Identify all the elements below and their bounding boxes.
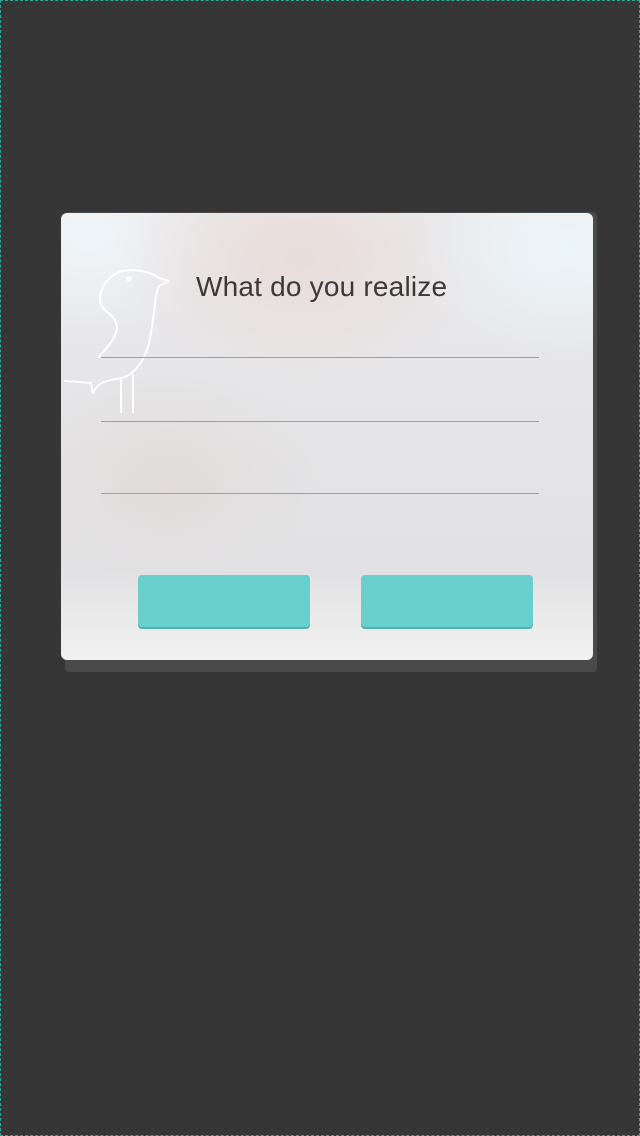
answer-field-1[interactable] bbox=[101, 327, 539, 358]
left-action-button[interactable] bbox=[138, 575, 310, 627]
dialog-title: What do you realize bbox=[196, 271, 448, 302]
answer-field-2[interactable] bbox=[101, 391, 539, 422]
realize-dialog: What do you realize bbox=[61, 213, 593, 660]
answer-field-3[interactable] bbox=[101, 463, 539, 494]
right-action-button[interactable] bbox=[361, 575, 533, 627]
